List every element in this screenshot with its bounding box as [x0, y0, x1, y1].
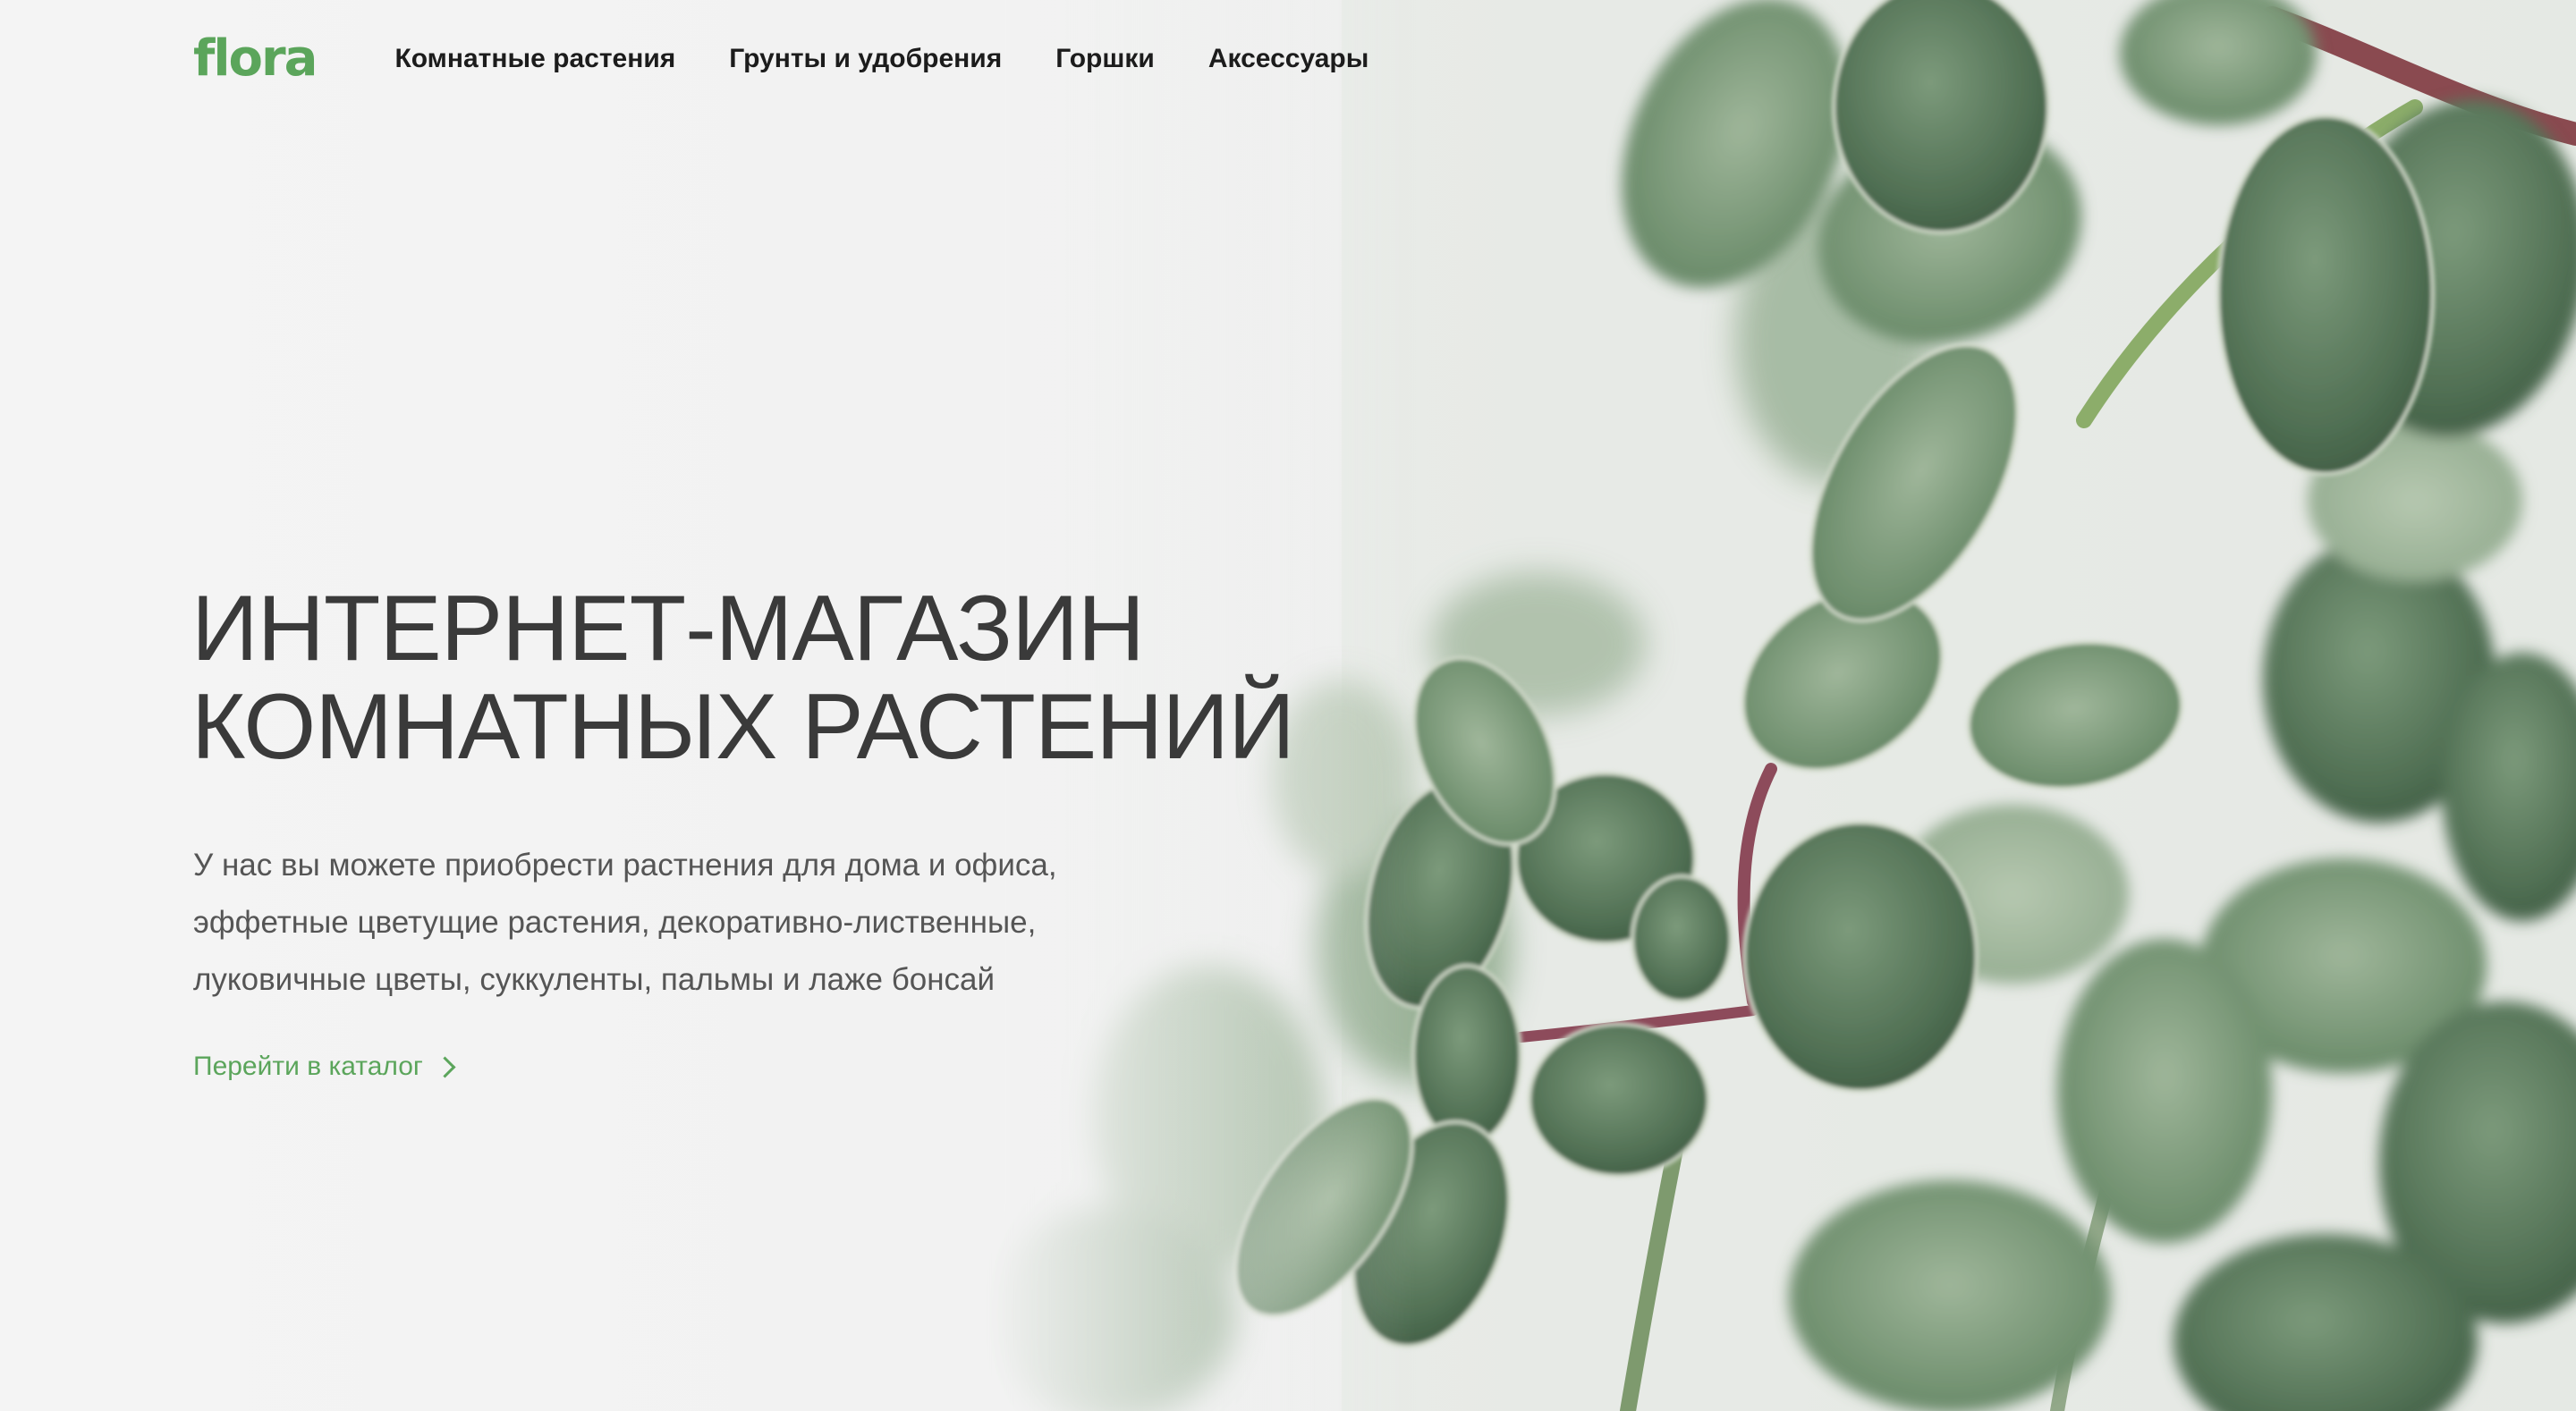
- hero-title-line-1: ИНТЕРНЕТ-МАГАЗИН: [191, 577, 1145, 680]
- hero-description-line-3: луковичные цветы, суккуленты, пальмы и л…: [193, 962, 996, 997]
- nav-item-pots[interactable]: Горшки: [1055, 44, 1155, 74]
- hero-title-line-2: КОМНАТНЫХ РАСТЕНИЙ: [191, 675, 1295, 779]
- nav-item-accessories[interactable]: Аксессуары: [1208, 44, 1369, 74]
- nav-item-soils-fertilizers[interactable]: Грунты и удобрения: [729, 44, 1002, 74]
- chevron-right-icon: [434, 1055, 456, 1078]
- hero-description-line-2: эффетные цветущие растения, декоративно-…: [193, 905, 1037, 940]
- logo[interactable]: flora: [193, 34, 318, 84]
- nav-item-houseplants[interactable]: Комнатные растения: [394, 44, 675, 74]
- go-to-catalog-label: Перейти в каталог: [193, 1052, 423, 1081]
- main-nav: Комнатные растения Грунты и удобрения Го…: [394, 44, 1422, 74]
- hero-description-line-1: У нас вы можете приобрести растнения для…: [193, 848, 1057, 883]
- hero-description: У нас вы можете приобрести растнения для…: [193, 837, 1057, 1009]
- hero-title: ИНТЕРНЕТ-МАГАЗИН КОМНАТНЫХ РАСТЕНИЙ: [191, 577, 1295, 779]
- go-to-catalog-link[interactable]: Перейти в каталог: [193, 1052, 456, 1082]
- site-header: flora Комнатные растения Грунты и удобре…: [193, 25, 1422, 93]
